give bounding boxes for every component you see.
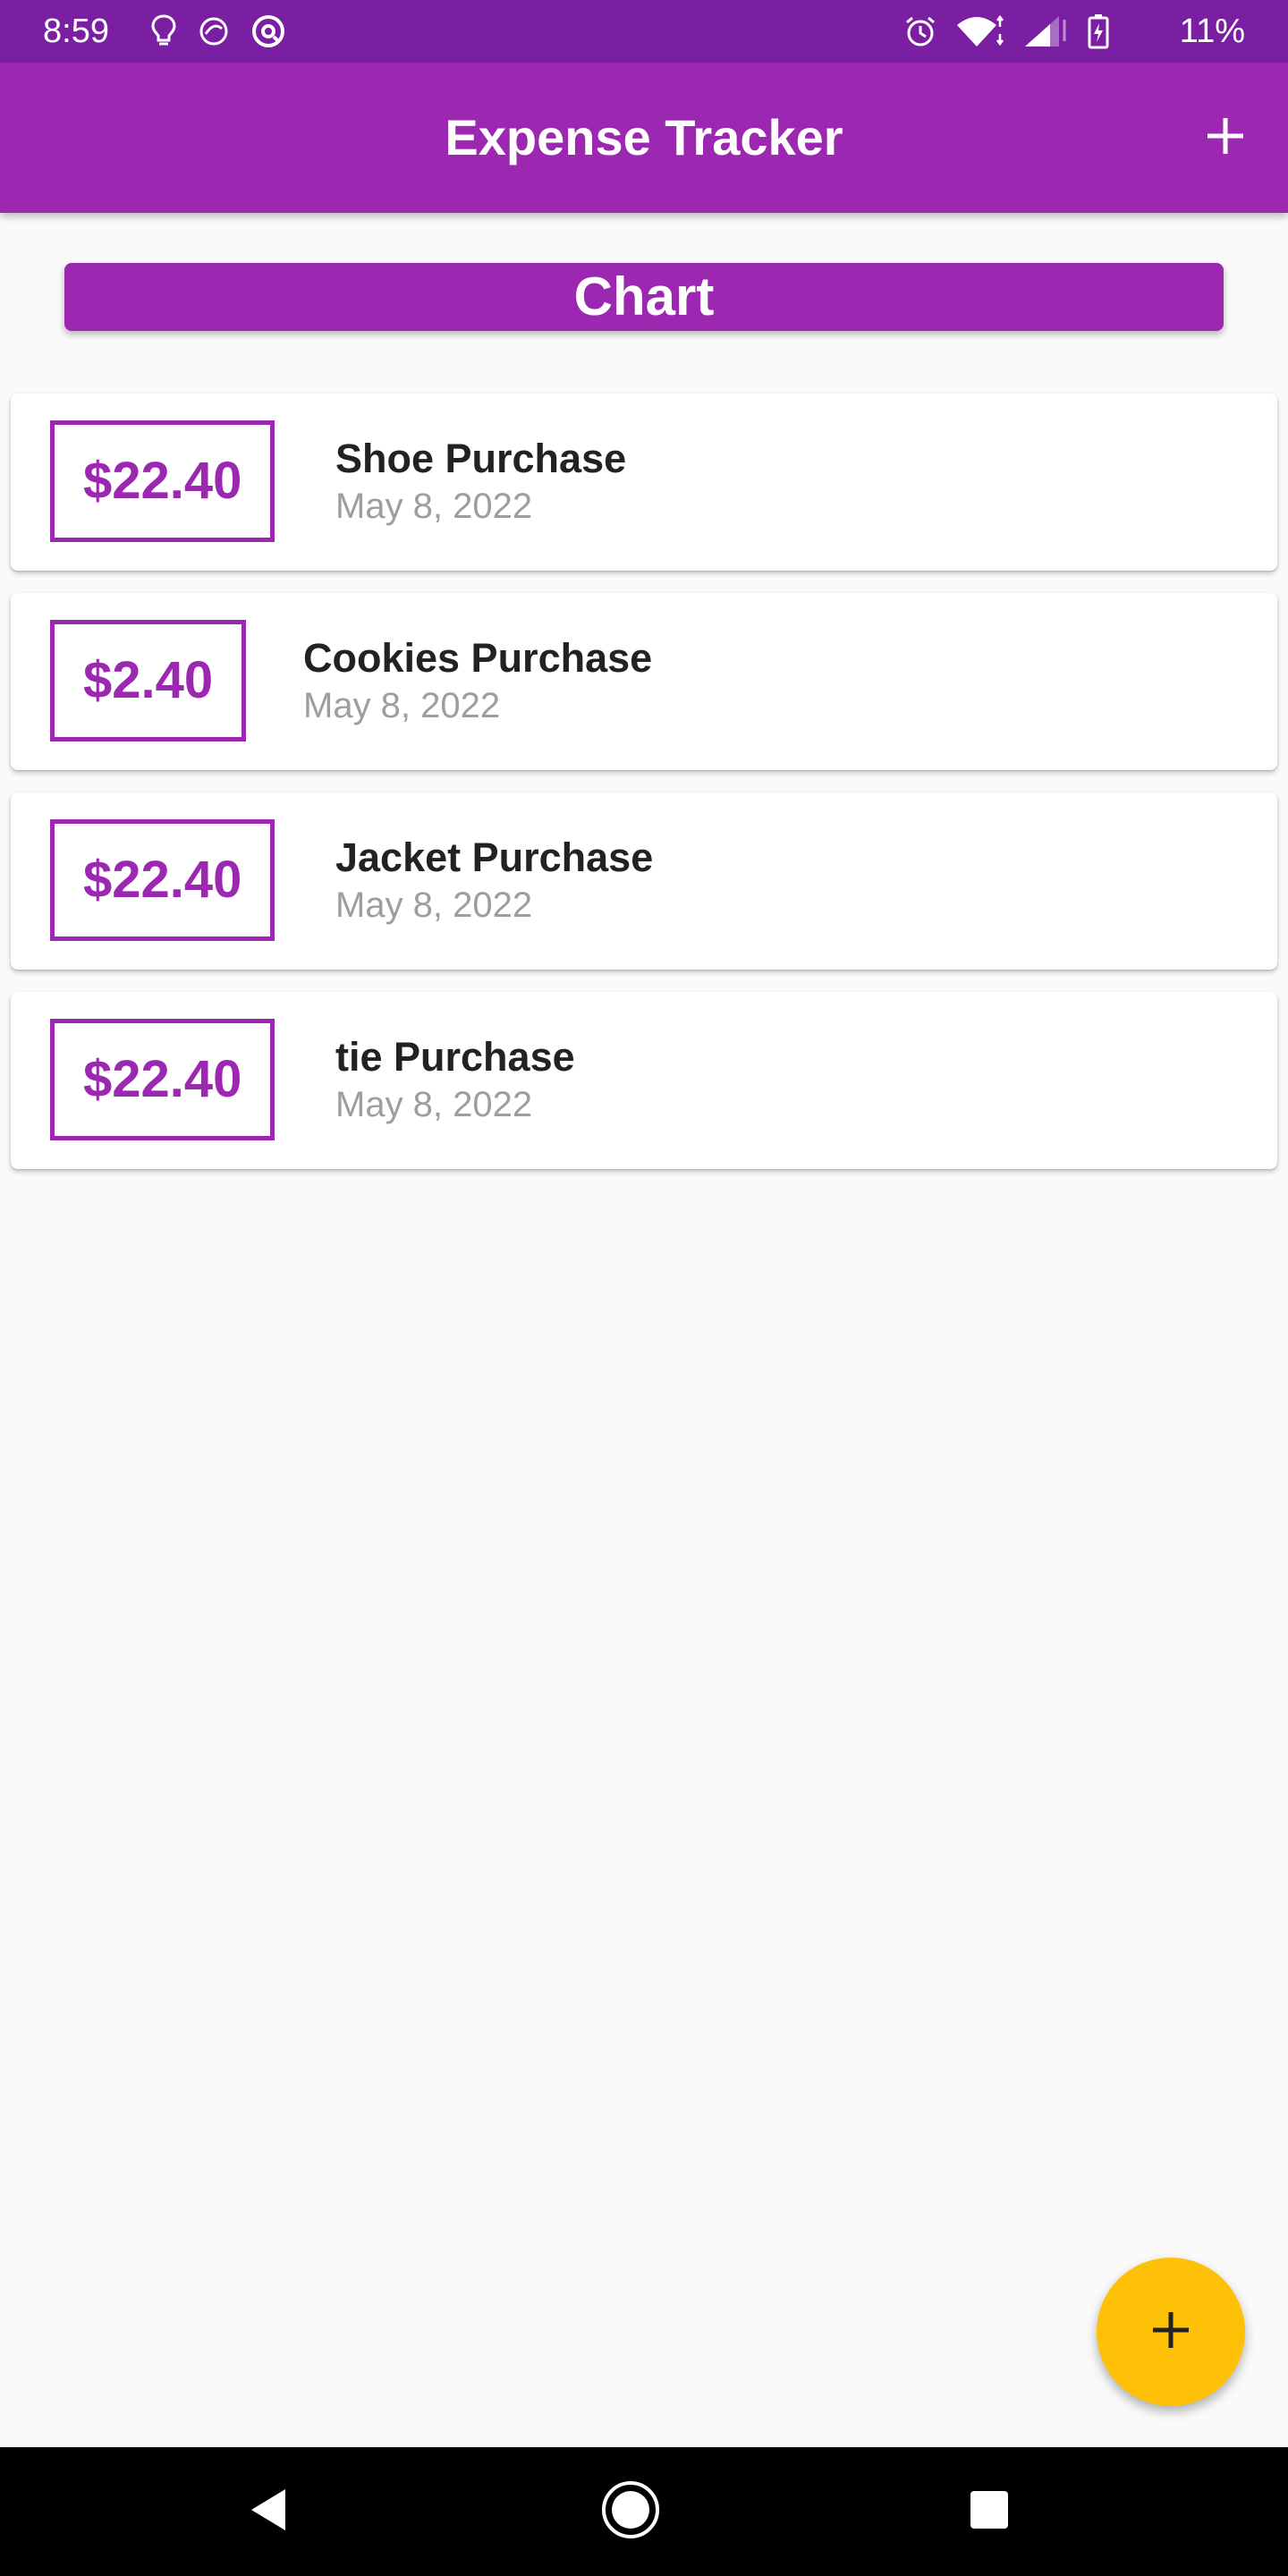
lightbulb-icon	[150, 13, 177, 49]
transaction-card: $22.40 Shoe Purchase May 8, 2022	[11, 394, 1277, 571]
at-sign-icon	[250, 13, 286, 49]
battery-charging-icon	[1088, 13, 1109, 49]
alarm-icon	[903, 14, 937, 48]
transaction-date: May 8, 2022	[335, 1085, 533, 1124]
notification-icons	[150, 13, 286, 50]
transaction-title: Jacket Purchase	[335, 835, 654, 880]
system-icons	[903, 13, 1109, 50]
transaction-amount: $22.40	[50, 1019, 275, 1140]
transaction-amount: $22.40	[50, 819, 275, 941]
transaction-title: Cookies Purchase	[303, 635, 653, 681]
transaction-title: tie Purchase	[335, 1034, 575, 1080]
home-icon	[599, 2479, 662, 2546]
status-bar: 8:59 11%	[0, 0, 1288, 63]
battery-percentage: 11%	[1179, 13, 1245, 50]
navigation-bar	[0, 2447, 1288, 2576]
recents-icon	[969, 2489, 1010, 2535]
transaction-info: Jacket Purchase May 8, 2022	[335, 834, 653, 928]
wifi-icon	[955, 14, 1005, 48]
transaction-amount: $22.40	[50, 420, 275, 542]
transaction-info: Cookies Purchase May 8, 2022	[303, 634, 652, 729]
add-transaction-fab[interactable]	[1097, 2258, 1245, 2406]
transaction-title: Shoe Purchase	[335, 436, 627, 481]
transaction-date: May 8, 2022	[335, 487, 533, 526]
back-icon	[246, 2486, 291, 2538]
transaction-info: Shoe Purchase May 8, 2022	[335, 435, 626, 530]
app-bar: Expense Tracker	[0, 63, 1288, 213]
recents-button[interactable]	[953, 2476, 1025, 2547]
transaction-card: $2.40 Cookies Purchase May 8, 2022	[11, 593, 1277, 770]
transaction-date: May 8, 2022	[335, 886, 533, 925]
add-transaction-button[interactable]	[1181, 93, 1270, 182]
plus-icon	[1205, 115, 1246, 161]
back-button[interactable]	[233, 2476, 304, 2547]
transaction-info: tie Purchase May 8, 2022	[335, 1033, 575, 1128]
transaction-card: $22.40 Jacket Purchase May 8, 2022	[11, 792, 1277, 970]
transaction-date: May 8, 2022	[303, 686, 501, 725]
transaction-amount: $2.40	[50, 620, 247, 741]
transaction-card: $22.40 tie Purchase May 8, 2022	[11, 992, 1277, 1169]
signal-icon	[1023, 14, 1070, 48]
plus-icon	[1149, 2309, 1192, 2356]
chart-card: Chart	[64, 263, 1224, 331]
edge-lighting-icon	[197, 14, 231, 48]
app-title: Expense Tracker	[445, 109, 843, 165]
home-button[interactable]	[595, 2476, 666, 2547]
status-time: 8:59	[43, 13, 109, 50]
